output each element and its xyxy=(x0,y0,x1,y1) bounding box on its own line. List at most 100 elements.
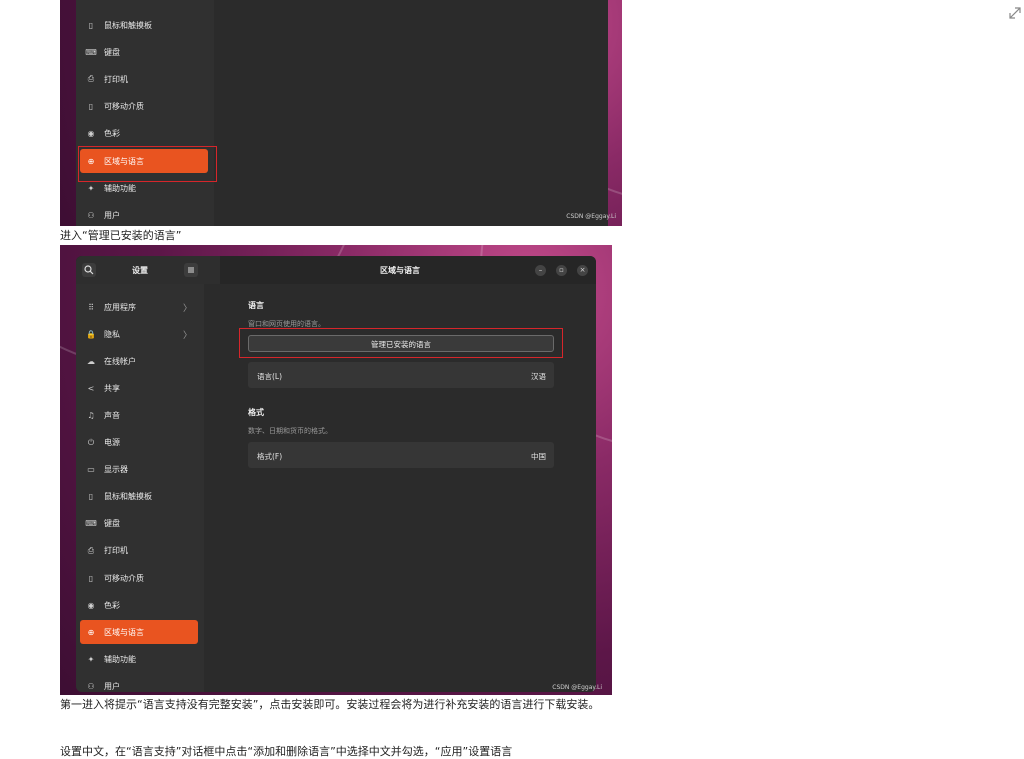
sidebar-item-label: 色彩 xyxy=(104,600,120,610)
chevron-right-icon: 〉 xyxy=(182,303,192,314)
search-button[interactable] xyxy=(82,263,96,277)
language-row[interactable]: 语言(L) 汉语 xyxy=(248,362,554,388)
music-icon: ♫ xyxy=(87,410,95,420)
sidebar-item[interactable]: ⎙ 打印机 xyxy=(80,67,208,91)
printer-icon: ⎙ xyxy=(87,74,95,84)
header-bar: 设置 区域与语言 – ▫ × xyxy=(76,256,596,284)
power-icon: ⏻ xyxy=(87,437,95,447)
sidebar-item-label: 用户 xyxy=(104,681,120,691)
highlight-box xyxy=(78,146,217,182)
sidebar-item[interactable]: ⠿ 应用程序 〉 xyxy=(80,295,198,319)
usb-drive-icon: ▯ xyxy=(88,102,94,112)
window-title: 区域与语言 xyxy=(380,266,420,275)
settings-window: ▯ 鼠标和触摸板 ⌨ 键盘 ⎙ 打印机 ▯ 可移动介质 ◉ 色彩 ⊕ 区域与语言 ✦ 辅助功能 ⚇ 用户 xyxy=(76,0,608,226)
sidebar-item-label: 区域与语言 xyxy=(104,627,144,637)
expand-icon[interactable] xyxy=(1008,6,1022,20)
sidebar-item[interactable]: ◉ 色彩 xyxy=(80,593,198,617)
sidebar-item[interactable]: ▭ 显示器 xyxy=(80,458,198,482)
sidebar-item-label: 可移动介质 xyxy=(104,573,144,583)
sidebar-item[interactable]: ⏻ 电源 xyxy=(80,431,198,455)
sidebar-item-label: 应用程序 xyxy=(104,302,136,312)
sidebar-item[interactable]: ▯ 鼠标和触摸板 xyxy=(80,13,208,37)
share-icon: < xyxy=(87,383,95,393)
maximize-button[interactable]: ▫ xyxy=(556,265,567,276)
caption-set-chinese: 设置中文，在“语言支持”对话框中点击“添加和删除语言”中选择中文并勾选，“应用”… xyxy=(60,745,513,758)
format-section-description: 数字、日期和货币的格式。 xyxy=(248,427,332,435)
caption-first-entry: 第一进入将提示“语言支持没有完整安装”，点击安装即可。安装过程会将为进行补充安装… xyxy=(60,698,600,711)
globe-icon: ⊕ xyxy=(87,627,95,637)
sidebar-item-label: 鼠标和触摸板 xyxy=(104,20,152,30)
sidebar-item-label: 打印机 xyxy=(104,74,128,84)
language-row-value: 汉语 xyxy=(531,372,546,381)
screenshot-settings-top: ▯ 鼠标和触摸板 ⌨ 键盘 ⎙ 打印机 ▯ 可移动介质 ◉ 色彩 ⊕ 区域与语言 ✦ 辅助功能 ⚇ 用户 CS… xyxy=(60,0,622,226)
cloud-icon: ☁ xyxy=(87,356,95,366)
sidebar-header xyxy=(76,256,220,284)
keyboard-icon: ⌨ xyxy=(85,519,97,529)
sidebar-item-label: 电源 xyxy=(104,438,120,447)
sidebar-item[interactable]: < 共享 xyxy=(80,376,198,400)
sidebar-item-label: 隐私 xyxy=(104,329,120,339)
settings-window: 设置 区域与语言 – ▫ × ⠿ 应用程序〉 🔒 隐私〉 ☁ 在线帐户 < 共享 ♫ 声音 ⏻ 电源 ▭… xyxy=(76,256,596,692)
chevron-right-icon: 〉 xyxy=(182,330,192,341)
sidebar-item[interactable]: ◉ 色彩 xyxy=(80,122,208,146)
sidebar-item-label: 辅助功能 xyxy=(104,654,136,664)
hamburger-icon xyxy=(188,267,194,273)
format-row[interactable]: 格式(F) 中国 xyxy=(248,442,554,468)
sidebar-item[interactable]: ⚇ 用户 xyxy=(80,203,208,226)
sidebar-item[interactable]: ▯ 可移动介质 xyxy=(80,566,198,590)
sidebar-item-label: 共享 xyxy=(104,383,120,393)
printer-icon: ⎙ xyxy=(87,545,95,555)
highlight-box xyxy=(239,328,563,358)
sidebar-item[interactable]: 🔒 隐私 〉 xyxy=(80,322,198,346)
search-icon xyxy=(84,265,94,275)
sidebar: ⠿ 应用程序〉 🔒 隐私〉 ☁ 在线帐户 < 共享 ♫ 声音 ⏻ 电源 ▭ 显示器 ▯ 鼠标和触摸板 ⌨ 键盘 ⎙ 打… xyxy=(76,284,204,692)
sidebar-item[interactable]: ⊕ 区域与语言 xyxy=(80,620,198,645)
sidebar-item[interactable]: ▯ 可移动介质 xyxy=(80,95,208,119)
format-row-label: 格式(F) xyxy=(257,452,283,461)
sidebar-item-label: 在线帐户 xyxy=(104,356,136,366)
sidebar-item[interactable]: ⎙ 打印机 xyxy=(80,539,198,563)
display-icon: ▭ xyxy=(87,465,95,475)
minimize-button[interactable]: – xyxy=(535,265,546,276)
menu-button[interactable] xyxy=(184,263,198,277)
watermark: CSDN @Eggay.Li xyxy=(566,213,616,220)
lock-icon: 🔒 xyxy=(86,329,96,339)
sidebar: ▯ 鼠标和触摸板 ⌨ 键盘 ⎙ 打印机 ▯ 可移动介质 ◉ 色彩 ⊕ 区域与语言 ✦ 辅助功能 ⚇ 用户 xyxy=(76,0,214,226)
sidebar-item[interactable]: ♫ 声音 xyxy=(80,403,198,427)
screenshot-region-language: 设置 区域与语言 – ▫ × ⠿ 应用程序〉 🔒 隐私〉 ☁ 在线帐户 < 共享 ♫ 声音 ⏻ 电源 ▭… xyxy=(60,245,612,695)
sidebar-item-label: 打印机 xyxy=(104,546,128,556)
format-section-title: 格式 xyxy=(248,408,264,417)
watermark: CSDN @Eggay.Li xyxy=(552,684,602,691)
usb-drive-icon: ▯ xyxy=(88,573,94,583)
sidebar-item-label: 用户 xyxy=(104,210,120,220)
keyboard-icon: ⌨ xyxy=(85,47,97,57)
sidebar-item[interactable]: ⚇ 用户 xyxy=(80,674,198,692)
sidebar-item[interactable]: ⌨ 键盘 xyxy=(80,40,208,64)
sidebar-item[interactable]: ☁ 在线帐户 xyxy=(80,349,198,373)
sidebar-item[interactable]: ✦ 辅助功能 xyxy=(80,647,198,671)
sidebar-item-label: 色彩 xyxy=(104,129,120,139)
sidebar-item-label: 显示器 xyxy=(104,465,128,475)
sidebar-item-label: 辅助功能 xyxy=(104,183,136,193)
sidebar-item[interactable]: ▯ 鼠标和触摸板 xyxy=(80,485,198,509)
language-row-label: 语言(L) xyxy=(257,372,283,381)
language-section-title: 语言 xyxy=(248,301,264,310)
format-row-value: 中国 xyxy=(531,452,546,461)
mouse-icon: ▯ xyxy=(88,492,94,502)
mouse-icon: ▯ xyxy=(88,20,94,30)
accessibility-icon: ✦ xyxy=(87,183,95,193)
sidebar-item-label: 声音 xyxy=(104,410,120,420)
sidebar-item[interactable]: ⌨ 键盘 xyxy=(80,512,198,536)
users-icon: ⚇ xyxy=(87,681,95,691)
accessibility-icon: ✦ xyxy=(87,654,95,664)
apps-icon: ⠿ xyxy=(88,302,94,312)
sidebar-item-label: 可移动介质 xyxy=(104,102,144,112)
caption-manage-languages: 进入“管理已安装的语言” xyxy=(60,229,182,242)
users-icon: ⚇ xyxy=(87,210,95,220)
color-icon: ◉ xyxy=(87,129,95,139)
sidebar-item-label: 鼠标和触摸板 xyxy=(104,492,152,502)
sidebar-item-label: 键盘 xyxy=(104,47,120,57)
close-button[interactable]: × xyxy=(577,265,588,276)
color-icon: ◉ xyxy=(87,600,95,610)
sidebar-title: 设置 xyxy=(132,266,148,275)
